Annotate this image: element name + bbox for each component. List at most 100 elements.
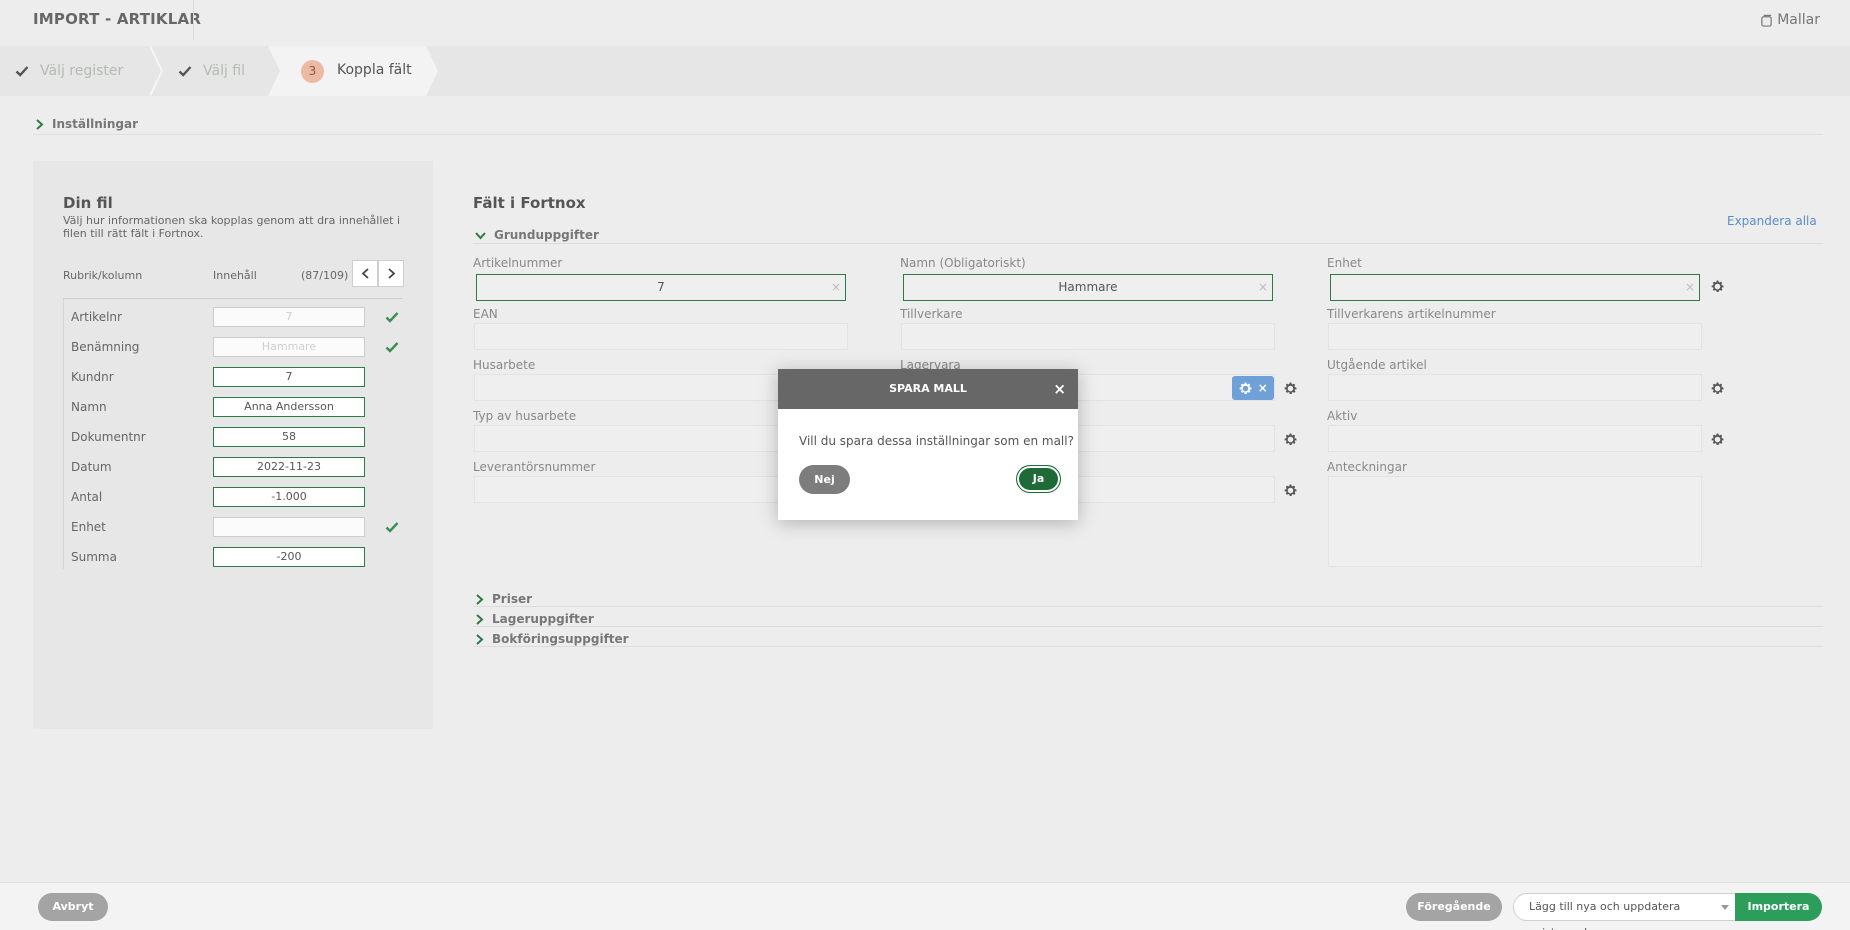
file-row-label: Benämning [71,340,140,354]
page-title: IMPORT - ARTIKLAR [33,10,202,28]
gear-icon[interactable] [1283,381,1298,396]
file-row-value[interactable]: 58 [213,427,365,447]
field-outgoing-article[interactable] [1328,374,1702,401]
field-name[interactable]: Hammare × [903,274,1273,301]
settings-toggle[interactable]: Inställningar [35,117,138,131]
app-header: IMPORT - ARTIKLAR Mallar [0,0,1850,46]
field-label-outgoing-article: Utgående artikel [1327,358,1427,372]
gear-icon[interactable] [1710,381,1725,396]
file-row-label: Datum [71,460,112,474]
no-button[interactable]: Nej [799,465,850,494]
close-icon[interactable]: × [1258,381,1268,395]
caret-down-icon [1721,905,1729,910]
gear-icon[interactable] [1710,279,1725,294]
file-panel-description: Välj hur informationen ska kopplas genom… [63,214,401,240]
group-prices-toggle[interactable]: Priser [475,592,532,606]
field-label-manufacturer: Tillverkare [900,307,963,321]
column-header-content: Innehåll [213,269,257,282]
group-label: Grunduppgifter [494,228,599,242]
file-row-label: Enhet [71,520,106,534]
file-row: Kundnr 7 [63,367,403,389]
field-value: Hammare [1058,280,1118,294]
close-icon[interactable]: × [1053,369,1066,409]
column-header-heading: Rubrik/kolumn [63,269,143,282]
file-panel: Din fil Välj hur informationen ska koppl… [33,161,433,729]
import-button[interactable]: Importera [1735,893,1822,921]
file-row-label: Summa [71,550,117,564]
field-ean[interactable] [474,323,848,350]
clear-icon[interactable]: × [1685,275,1695,300]
file-row: Summa -200 [63,547,403,569]
cancel-button[interactable]: Avbryt [38,893,108,921]
check-icon [385,522,399,533]
divider [63,298,403,299]
file-panel-title: Din fil [63,194,113,212]
field-active[interactable] [1328,425,1702,452]
next-record-button[interactable] [378,260,404,287]
file-row-value[interactable]: 7 [213,307,365,327]
fields-panel-title: Fält i Fortnox [473,194,586,212]
chevron-right-icon [476,593,484,605]
group-basic-toggle[interactable]: Grunduppgifter [475,228,599,242]
chevron-left-icon [361,268,369,279]
file-row-value[interactable]: -1.000 [213,487,365,507]
save-template-dialog: SPARA MALL × Vill du spara dessa inställ… [778,369,1078,520]
previous-record-button[interactable] [352,260,378,287]
import-mode-select[interactable]: Lägg till nya och uppdatera existerande [1513,893,1738,930]
templates-link[interactable]: Mallar [1760,12,1820,28]
step-number-badge: 3 [301,60,324,83]
field-manufacturer-article-number[interactable] [1328,323,1702,350]
footer-bar: Avbryt Föregående Lägg till nya och uppd… [0,882,1850,930]
file-row: Benämning Hammare [63,337,403,359]
step-separator [150,46,164,96]
file-row-value[interactable]: -200 [213,547,365,567]
file-row: Dokumentnr 58 [63,427,403,449]
step-label: Välj fil [203,63,246,79]
field-label-house-work: Husarbete [473,358,536,372]
file-row-value[interactable]: 7 [213,367,365,387]
group-label: Priser [492,592,533,606]
settings-label: Inställningar [52,117,139,131]
gear-icon[interactable] [1710,432,1725,447]
file-row-value[interactable]: Hammare [213,337,365,357]
step-map-fields[interactable]: 3 Koppla fält [268,46,440,96]
title-divider [193,0,194,40]
field-label-article-number: Artikelnummer [473,256,563,270]
templates-label: Mallar [1777,12,1820,28]
gear-icon[interactable] [1283,483,1298,498]
expand-all-link[interactable]: Expandera alla [1727,214,1817,228]
file-row-value[interactable]: 2022-11-23 [213,457,365,477]
group-accounting-toggle[interactable]: Bokföringsuppgifter [475,632,629,646]
file-row-value[interactable]: Anna Andersson [213,397,365,417]
file-row-label: Dokumentnr [71,430,146,444]
field-notes[interactable] [1328,476,1702,567]
field-label-active: Aktiv [1327,409,1358,423]
check-icon [385,312,399,323]
field-label-house-work-type: Typ av husarbete [473,409,577,423]
field-label-manufacturer-article-number: Tillverkarens artikelnummer [1327,307,1496,321]
gear-icon[interactable] [1238,381,1253,396]
file-row-value[interactable] [213,517,365,537]
group-stock-toggle[interactable]: Lageruppgifter [475,612,594,626]
gear-icon[interactable] [1283,432,1298,447]
chevron-right-icon [476,613,484,625]
field-article-number[interactable]: 7 × [476,274,846,301]
step-select-file[interactable]: Välj fil [178,46,245,96]
step-select-register[interactable]: Välj register [15,46,123,96]
field-manufacturer[interactable] [901,323,1275,350]
mapping-tag[interactable]: × [1232,376,1274,400]
clear-icon[interactable]: × [831,275,841,300]
divider [473,626,1823,627]
file-row: Namn Anna Andersson [63,397,403,419]
field-label-name: Namn (Obligatoriskt) [900,256,1026,270]
check-icon [178,66,192,77]
field-unit[interactable]: × [1330,274,1700,301]
group-label: Lageruppgifter [492,612,594,626]
dialog-message: Vill du spara dessa inställningar som en… [799,434,1074,448]
file-row: Enhet [63,517,403,539]
previous-button[interactable]: Föregående [1406,893,1502,921]
file-row-label: Namn [71,400,107,414]
yes-button[interactable]: Ja [1016,465,1061,493]
clear-icon[interactable]: × [1258,275,1268,300]
field-label-ean: EAN [473,307,498,321]
